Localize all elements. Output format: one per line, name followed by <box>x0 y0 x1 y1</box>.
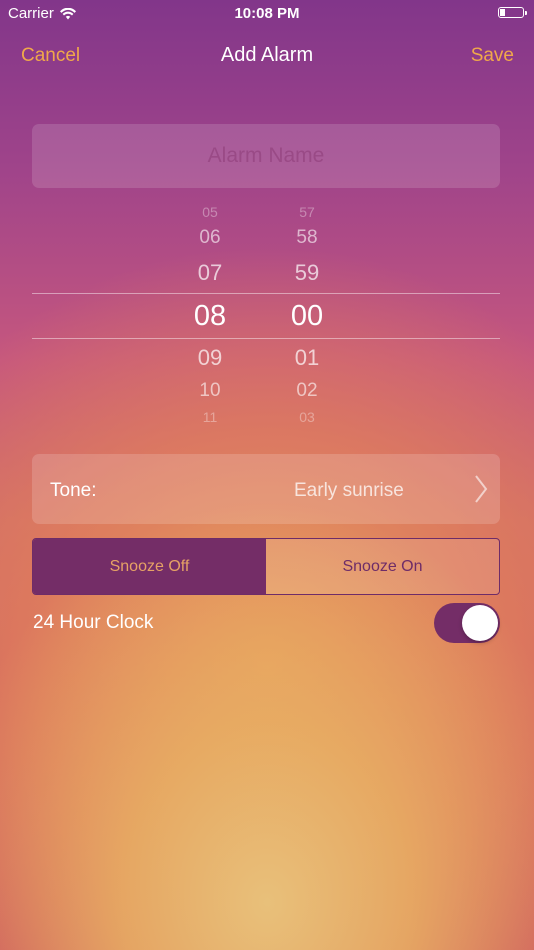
hour-option[interactable]: 09 <box>170 345 250 371</box>
minute-option[interactable]: 02 <box>267 380 347 402</box>
hour-option[interactable]: 06 <box>170 227 250 249</box>
minute-option[interactable]: 58 <box>267 227 347 249</box>
toggle-knob <box>462 605 498 641</box>
tone-selector[interactable]: Tone: Early sunrise <box>32 454 500 524</box>
hour-option[interactable]: 05 <box>170 204 250 220</box>
snooze-segmented-control[interactable]: Snooze Off Snooze On <box>32 538 500 595</box>
chevron-right-icon <box>475 475 488 503</box>
minute-option[interactable]: 03 <box>267 409 347 425</box>
minute-option[interactable]: 01 <box>267 345 347 371</box>
snooze-off-option[interactable]: Snooze Off <box>33 539 266 594</box>
tone-value: Early sunrise <box>294 480 404 501</box>
alarm-name-input[interactable] <box>32 124 500 188</box>
status-time: 10:08 PM <box>234 5 300 22</box>
minute-option-selected[interactable]: 00 <box>267 300 347 333</box>
time-picker[interactable]: 05 06 07 08 09 10 11 57 58 59 00 01 02 03 <box>32 200 500 425</box>
hour-wheel[interactable]: 05 06 07 08 09 10 11 <box>170 200 250 425</box>
hour-option[interactable]: 07 <box>170 260 250 286</box>
hour-option[interactable]: 10 <box>170 380 250 402</box>
save-button[interactable]: Save <box>471 45 514 67</box>
clock-24h-label: 24 Hour Clock <box>33 612 154 633</box>
picker-selection-bottom-line <box>32 338 500 339</box>
minute-wheel[interactable]: 57 58 59 00 01 02 03 <box>267 200 347 425</box>
status-bar: Carrier 10:08 PM <box>0 0 534 28</box>
tone-label: Tone: <box>50 480 97 501</box>
hour-option[interactable]: 11 <box>170 409 250 425</box>
nav-bar: Cancel Add Alarm Save <box>0 40 534 74</box>
hour-option-selected[interactable]: 08 <box>170 300 250 333</box>
battery-icon <box>498 7 527 18</box>
clock-24h-toggle[interactable] <box>434 603 500 643</box>
minute-option[interactable]: 59 <box>267 260 347 286</box>
snooze-on-option[interactable]: Snooze On <box>266 539 499 594</box>
picker-selection-top-line <box>32 293 500 294</box>
minute-option[interactable]: 57 <box>267 204 347 220</box>
page-title: Add Alarm <box>220 44 314 66</box>
